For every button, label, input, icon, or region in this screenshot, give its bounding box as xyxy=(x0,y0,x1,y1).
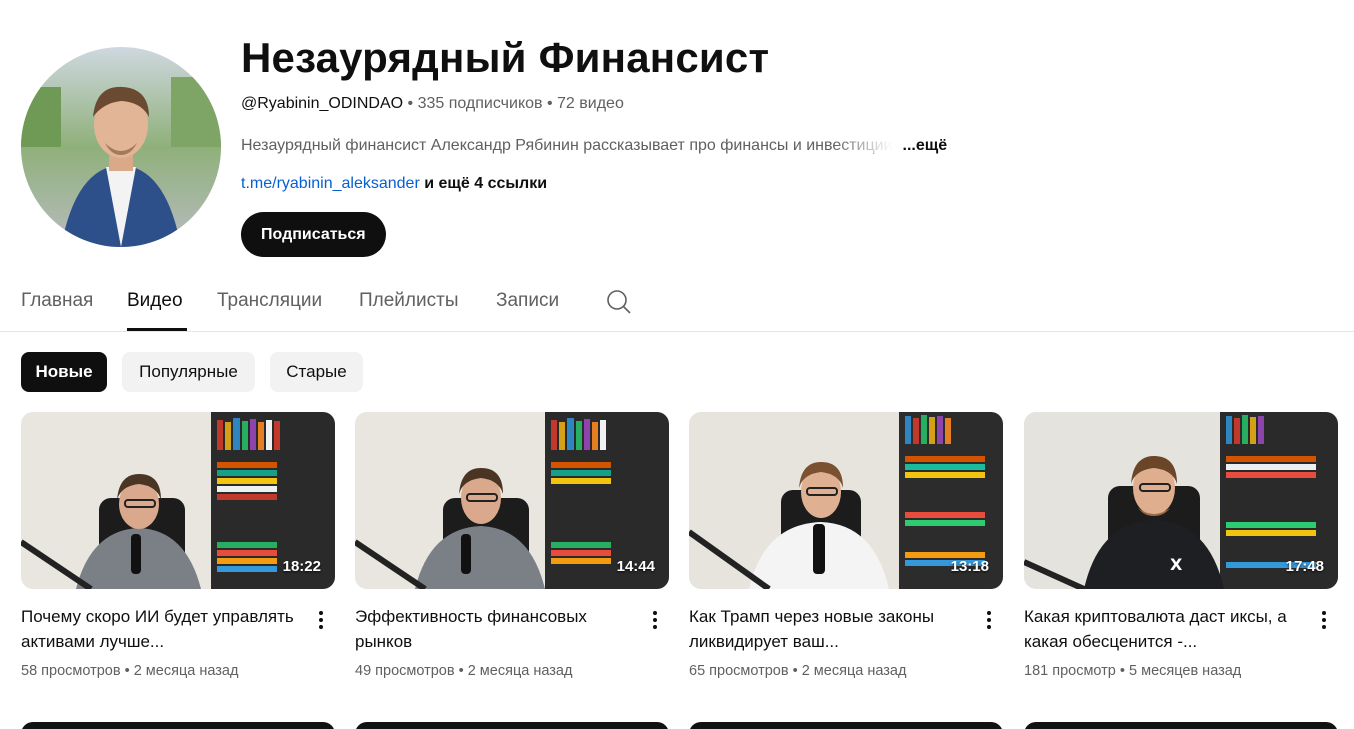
channel-avatar[interactable] xyxy=(21,47,221,247)
meta-separator: • xyxy=(1115,663,1130,679)
meta-separator: • xyxy=(788,663,802,679)
description-more-link[interactable]: ...ещё xyxy=(903,137,948,154)
video-card[interactable]: 14:44 Эффективность финансовых рынков 49… xyxy=(355,412,669,692)
video-age: 2 месяца назад xyxy=(467,663,573,679)
video-meta: 181 просмотр • 5 месяцев назад xyxy=(1024,663,1241,679)
channel-link[interactable]: t.me/ryabinin_aleksander xyxy=(241,175,420,192)
video-title[interactable]: Как Трамп через новые законы ликвидирует… xyxy=(689,604,969,654)
channel-stats: • 335 подписчиков • 72 видео xyxy=(403,95,624,112)
video-duration: 14:44 xyxy=(616,558,655,575)
video-card[interactable]: X 17:48 Какая криптовалюта даст иксы, а … xyxy=(1024,412,1338,692)
video-duration: 18:22 xyxy=(282,558,321,575)
video-title[interactable]: Эффективность финансовых рынков xyxy=(355,604,635,654)
channel-description[interactable]: Незаурядный финансист Александр Рябинин … xyxy=(241,135,947,155)
chip-newest[interactable]: Новые xyxy=(21,352,107,392)
tab-posts[interactable]: Записи xyxy=(496,290,559,312)
svg-text:X: X xyxy=(1170,555,1183,574)
subscribe-button[interactable]: Подписаться xyxy=(241,212,386,257)
video-age: 2 месяца назад xyxy=(133,663,239,679)
video-views: 181 просмотр xyxy=(1024,663,1116,679)
video-thumbnail[interactable]: 14:44 xyxy=(355,412,669,589)
channel-header: Незаурядный Финансист @Ryabinin_ODINDAO … xyxy=(0,0,1354,270)
tab-playlists[interactable]: Плейлисты xyxy=(359,290,458,312)
more-vert-icon[interactable] xyxy=(1312,608,1336,632)
meta-separator: • xyxy=(120,663,134,679)
channel-links: t.me/ryabinin_aleksander и ещё 4 ссылки xyxy=(241,175,547,193)
video-thumbnail[interactable]: 18:22 xyxy=(21,412,335,589)
more-vert-icon[interactable] xyxy=(643,608,667,632)
more-vert-icon[interactable] xyxy=(977,608,1001,632)
channel-handle[interactable]: @Ryabinin_ODINDAO xyxy=(241,95,403,112)
video-card[interactable]: 18:22 Почему скоро ИИ будет управлять ак… xyxy=(21,412,335,692)
video-meta: 49 просмотров • 2 месяца назад xyxy=(355,663,572,679)
video-thumbnail[interactable]: 13:18 xyxy=(689,412,1003,589)
tab-live[interactable]: Трансляции xyxy=(217,290,322,312)
video-thumbnail-partial[interactable] xyxy=(21,722,335,729)
video-views: 65 просмотров xyxy=(689,663,789,679)
channel-title: Незаурядный Финансист xyxy=(241,34,770,81)
video-meta: 58 просмотров • 2 месяца назад xyxy=(21,663,238,679)
video-duration: 17:48 xyxy=(1285,558,1324,575)
description-fade xyxy=(832,135,903,153)
video-thumbnail[interactable]: X 17:48 xyxy=(1024,412,1338,589)
meta-separator: • xyxy=(454,663,468,679)
more-links-button[interactable]: и ещё 4 ссылки xyxy=(420,175,547,192)
tab-home[interactable]: Главная xyxy=(21,290,93,312)
channel-tabs: Главная Видео Трансляции Плейлисты Запис… xyxy=(0,270,1354,332)
active-tab-indicator xyxy=(127,328,187,331)
video-views: 58 просмотров xyxy=(21,663,121,679)
video-title[interactable]: Какая криптовалюта даст иксы, а какая об… xyxy=(1024,604,1304,654)
tab-videos[interactable]: Видео xyxy=(127,290,183,312)
video-meta: 65 просмотров • 2 месяца назад xyxy=(689,663,906,679)
channel-meta: @Ryabinin_ODINDAO • 335 подписчиков • 72… xyxy=(241,95,624,113)
more-vert-icon[interactable] xyxy=(309,608,333,632)
search-icon[interactable] xyxy=(606,289,632,315)
chip-popular[interactable]: Популярные xyxy=(122,352,255,392)
video-thumbnail-partial[interactable] xyxy=(1024,722,1338,729)
video-duration: 13:18 xyxy=(950,558,989,575)
video-thumbnail-partial[interactable] xyxy=(689,722,1003,729)
video-title[interactable]: Почему скоро ИИ будет управлять активами… xyxy=(21,604,301,654)
video-age: 2 месяца назад xyxy=(801,663,907,679)
video-thumbnail-partial[interactable] xyxy=(355,722,669,729)
video-views: 49 просмотров xyxy=(355,663,455,679)
chip-oldest[interactable]: Старые xyxy=(270,352,363,392)
video-card[interactable]: 13:18 Как Трамп через новые законы ликви… xyxy=(689,412,1003,692)
video-age: 5 месяцев назад xyxy=(1129,663,1242,679)
description-text: Незаурядный финансист Александр Рябинин … xyxy=(241,137,893,154)
